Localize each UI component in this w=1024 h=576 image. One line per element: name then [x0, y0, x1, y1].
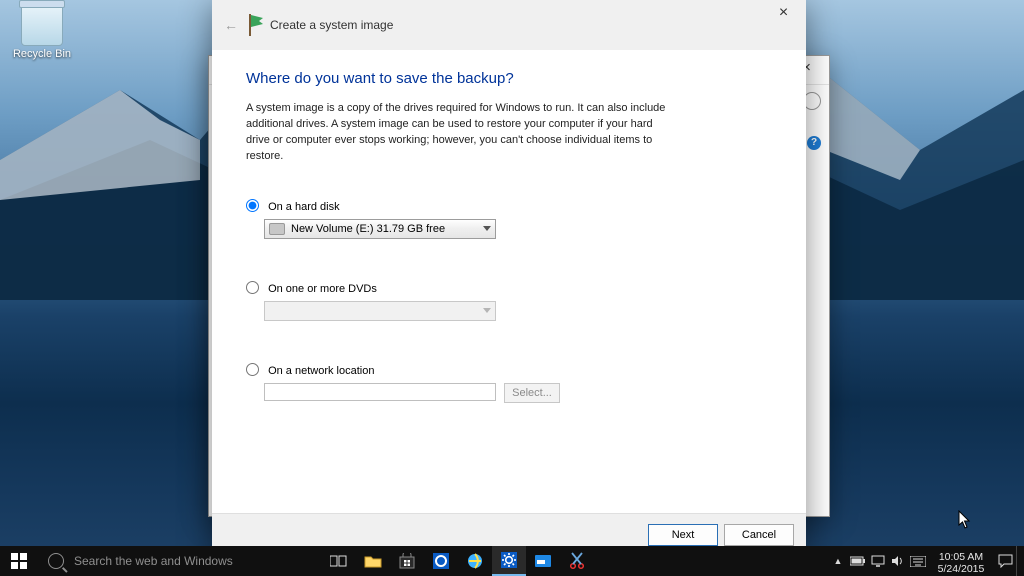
- drive-icon: [269, 223, 285, 235]
- tray-date: 5/24/2015: [932, 563, 990, 575]
- cancel-button[interactable]: Cancel: [724, 524, 794, 546]
- taskbar-settings[interactable]: [492, 546, 526, 576]
- taskbar-project-spartan[interactable]: [424, 546, 458, 576]
- option-dvd-label[interactable]: On one or more DVDs: [246, 283, 377, 295]
- wizard-body: Where do you want to save the backup? A …: [212, 50, 806, 514]
- wizard-close-button[interactable]: ×: [761, 0, 806, 30]
- wizard-title: Create a system image: [270, 18, 393, 32]
- tray-time: 10:05 AM: [932, 551, 990, 563]
- create-system-image-wizard: ← Create a system image × Where do you w…: [212, 0, 806, 556]
- option-hard-disk-text: On a hard disk: [268, 201, 340, 213]
- taskbar-search[interactable]: Search the web and Windows: [38, 546, 318, 576]
- taskbar-store[interactable]: [390, 546, 424, 576]
- tray-battery-icon[interactable]: [848, 546, 868, 576]
- option-dvd: On one or more DVDs: [246, 281, 772, 321]
- search-icon: [48, 553, 64, 569]
- page-heading: Where do you want to save the backup?: [246, 70, 772, 87]
- hard-disk-combo[interactable]: New Volume (E:) 31.79 GB free: [264, 219, 496, 239]
- option-network: On a network location Select...: [246, 363, 772, 403]
- taskbar-ie[interactable]: [458, 546, 492, 576]
- show-desktop-button[interactable]: [1016, 546, 1022, 576]
- tray-volume-icon[interactable]: [888, 546, 908, 576]
- wizard-header: ← Create a system image ×: [212, 0, 806, 51]
- tray-overflow[interactable]: ▲: [828, 546, 848, 576]
- system-tray: ▲ 10:05 AM 5/24/2015: [828, 546, 1024, 576]
- radio-hard-disk[interactable]: [246, 199, 259, 212]
- taskbar-app-1[interactable]: [526, 546, 560, 576]
- chevron-down-icon: [483, 308, 491, 313]
- option-network-label[interactable]: On a network location: [246, 365, 374, 377]
- chevron-down-icon: [483, 226, 491, 231]
- start-button[interactable]: [0, 546, 38, 576]
- option-dvd-text: On one or more DVDs: [268, 283, 377, 295]
- bgwin-help-icon[interactable]: ?: [807, 136, 821, 150]
- radio-network[interactable]: [246, 363, 259, 376]
- taskbar-items: [322, 546, 594, 576]
- page-description: A system image is a copy of the drives r…: [246, 101, 676, 165]
- back-button[interactable]: ←: [222, 16, 240, 34]
- dvd-combo: [264, 301, 496, 321]
- search-placeholder: Search the web and Windows: [74, 554, 233, 568]
- backup-flag-icon: [246, 14, 266, 36]
- tray-clock[interactable]: 10:05 AM 5/24/2015: [928, 548, 994, 575]
- option-hard-disk: On a hard disk New Volume (E:) 31.79 GB …: [246, 199, 772, 239]
- taskbar: Search the web and Windows ▲ 10:05 AM 5/…: [0, 546, 1024, 576]
- recycle-bin-label: Recycle Bin: [12, 48, 72, 60]
- trash-icon: [21, 4, 63, 46]
- radio-dvd[interactable]: [246, 281, 259, 294]
- option-network-text: On a network location: [268, 365, 374, 377]
- tray-action-center[interactable]: [994, 554, 1016, 568]
- hard-disk-selected: New Volume (E:) 31.79 GB free: [291, 223, 445, 235]
- mouse-cursor: [958, 510, 972, 530]
- taskbar-snipping[interactable]: [560, 546, 594, 576]
- network-path-input: [264, 383, 496, 401]
- next-button[interactable]: Next: [648, 524, 718, 546]
- tray-network-icon[interactable]: [868, 546, 888, 576]
- option-hard-disk-label[interactable]: On a hard disk: [246, 201, 340, 213]
- recycle-bin-icon[interactable]: Recycle Bin: [12, 4, 72, 60]
- taskbar-file-explorer[interactable]: [356, 546, 390, 576]
- task-view-button[interactable]: [322, 546, 356, 576]
- desktop[interactable]: Recycle Bin × ? ← Create a system image …: [0, 0, 1024, 576]
- tray-keyboard-icon[interactable]: [908, 546, 928, 576]
- network-select-button: Select...: [504, 383, 560, 403]
